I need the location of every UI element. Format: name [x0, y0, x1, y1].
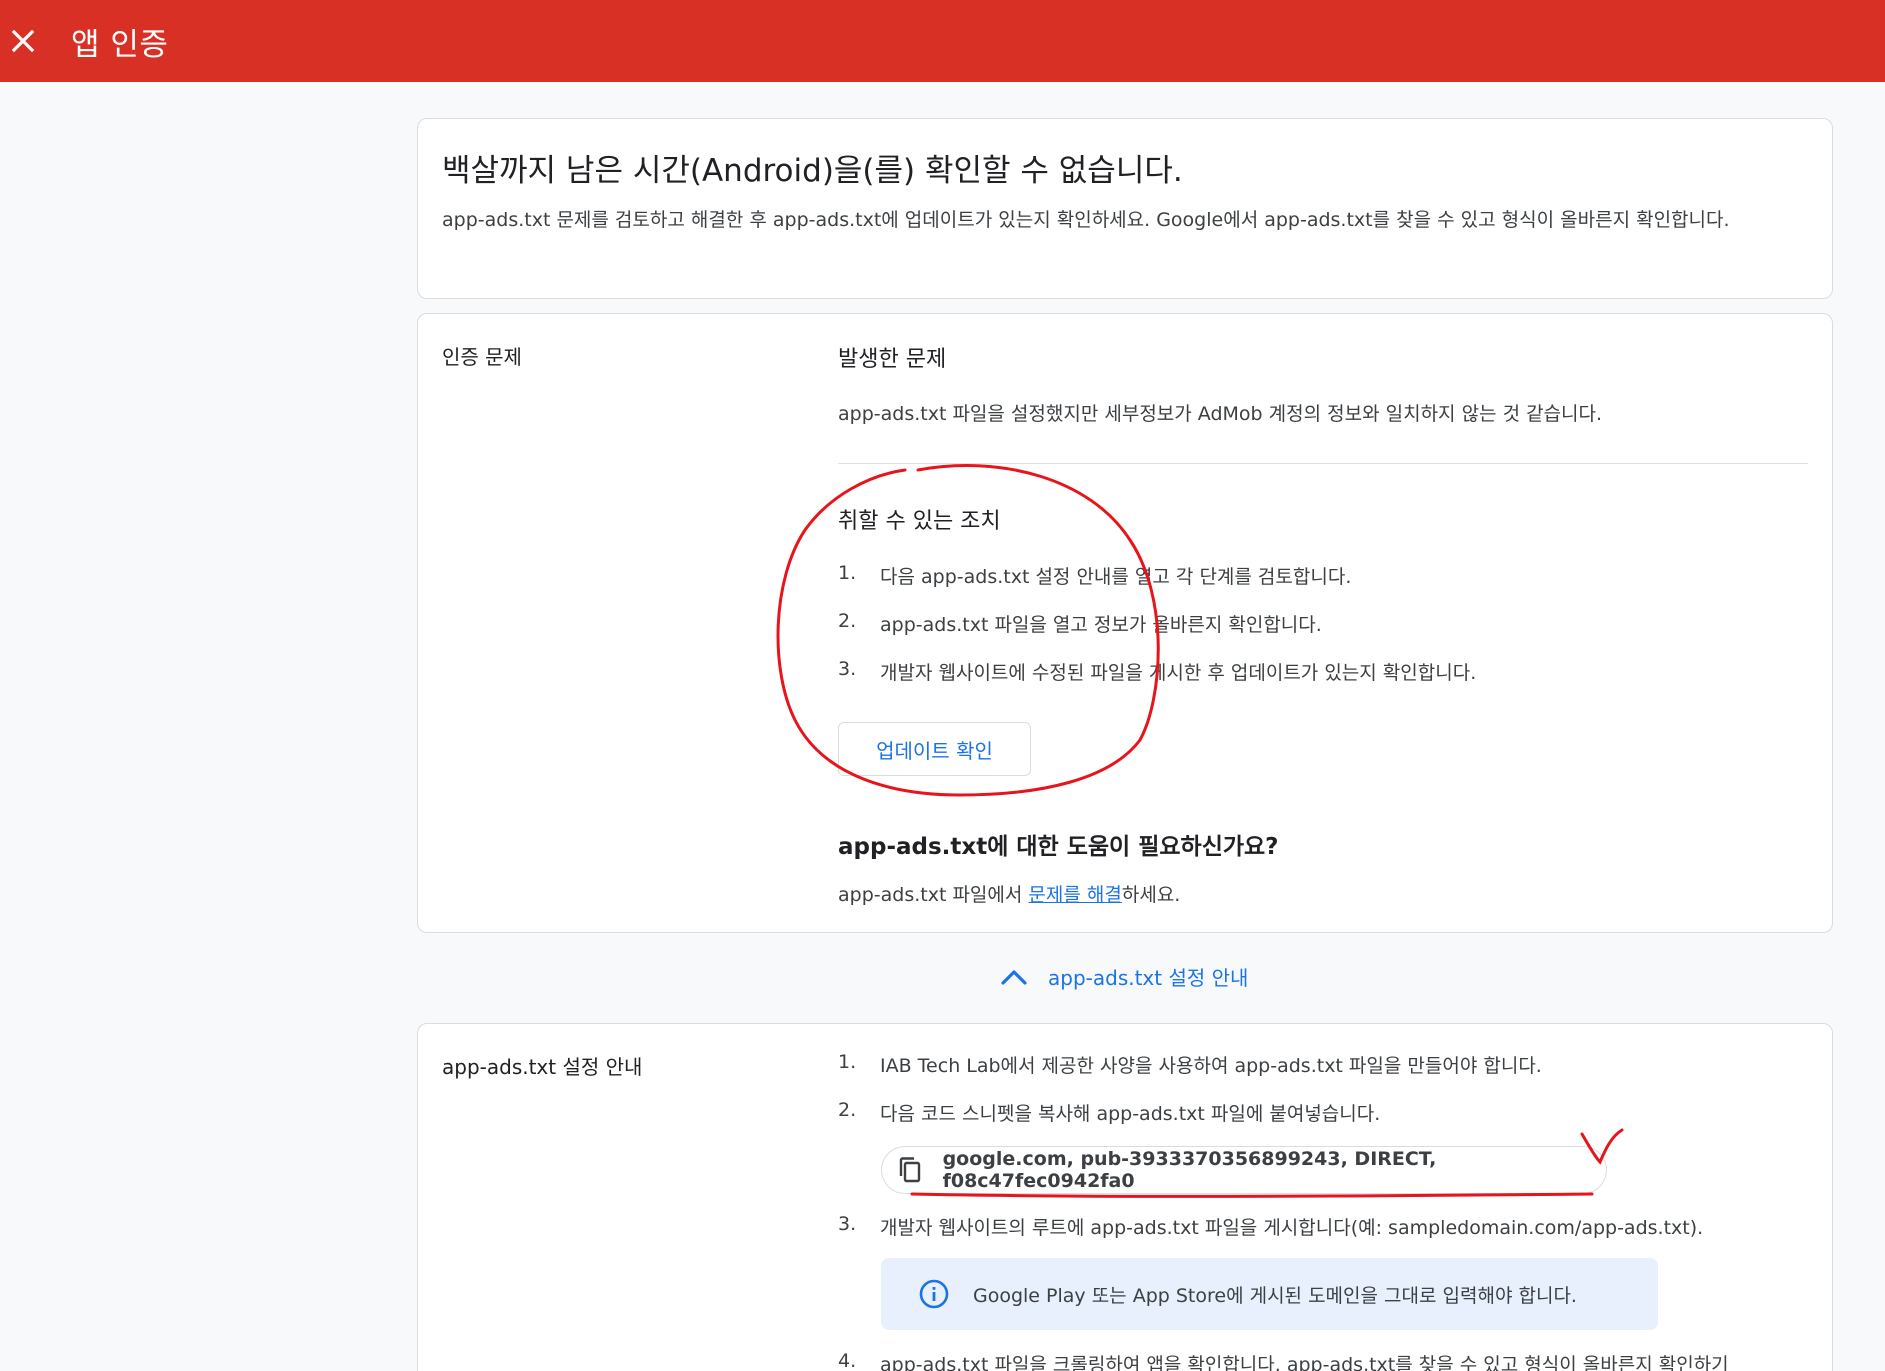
close-icon	[11, 29, 35, 53]
setup-guide-toggle-label: app-ads.txt 설정 안내	[1048, 966, 1249, 990]
action-item: 2. app-ads.txt 파일을 열고 정보가 올바른지 확인합니다.	[838, 610, 1322, 636]
summary-description: app-ads.txt 문제를 검토하고 해결한 후 app-ads.txt에 …	[442, 209, 1730, 231]
copy-button[interactable]	[894, 1153, 927, 1187]
domain-notice: Google Play 또는 App Store에 게시된 도메인을 그대로 입…	[881, 1258, 1658, 1330]
help-text: app-ads.txt 파일에서 문제를 해결하세요.	[838, 884, 1181, 906]
page-title: 앱 인증	[71, 26, 169, 63]
notice-text: Google Play 또는 App Store에 게시된 도메인을 그대로 입…	[973, 1284, 1577, 1307]
setup-step: 1. IAB Tech Lab에서 제공한 사양을 사용하여 app-ads.t…	[838, 1051, 1542, 1077]
copy-icon	[900, 1157, 921, 1183]
troubleshoot-link[interactable]: 문제를 해결	[1028, 884, 1121, 906]
setup-step: 2. 다음 코드 스니펫을 복사해 app-ads.txt 파일에 붙여넣습니다…	[838, 1099, 1381, 1125]
setup-step: 4. app-ads.txt 파일을 크롤링하여 앱을 확인합니다. app-a…	[838, 1350, 1729, 1371]
issue-label: 인증 문제	[442, 345, 522, 369]
issue-card: 인증 문제 발생한 문제 app-ads.txt 파일을 설정했지만 세부정보가…	[417, 313, 1833, 933]
action-item: 3. 개발자 웹사이트에 수정된 파일을 게시한 후 업데이트가 있는지 확인합…	[838, 658, 1477, 684]
info-icon	[917, 1277, 951, 1311]
close-button[interactable]	[0, 18, 46, 64]
actions-title: 취할 수 있는 조치	[838, 509, 1001, 534]
setup-label: app-ads.txt 설정 안내	[442, 1055, 643, 1079]
code-snippet[interactable]: google.com, pub-3933370356899243, DIRECT…	[881, 1146, 1607, 1194]
check-update-button[interactable]: 업데이트 확인	[838, 722, 1031, 776]
action-item: 1. 다음 app-ads.txt 설정 안내를 열고 각 단계를 검토합니다.	[838, 562, 1352, 588]
section-divider	[838, 463, 1808, 464]
problem-title: 발생한 문제	[838, 347, 947, 372]
setup-guide-toggle[interactable]: app-ads.txt 설정 안내	[1000, 962, 1248, 991]
chevron-up-icon	[1001, 969, 1027, 985]
summary-card: 백살까지 남은 시간(Android)을(를) 확인할 수 없습니다. app-…	[417, 118, 1833, 299]
snippet-text: google.com, pub-3933370356899243, DIRECT…	[942, 1148, 1437, 1192]
app-header: 앱 인증	[0, 0, 1885, 82]
summary-title: 백살까지 남은 시간(Android)을(를) 확인할 수 없습니다.	[442, 153, 1183, 189]
setup-step: 3. 개발자 웹사이트의 루트에 app-ads.txt 파일을 게시합니다(예…	[838, 1213, 1704, 1239]
problem-text: app-ads.txt 파일을 설정했지만 세부정보가 AdMob 계정의 정보…	[838, 403, 1603, 425]
setup-card: app-ads.txt 설정 안내 1. IAB Tech Lab에서 제공한 …	[417, 1023, 1833, 1371]
help-title: app-ads.txt에 대한 도움이 필요하신가요?	[838, 834, 1279, 860]
